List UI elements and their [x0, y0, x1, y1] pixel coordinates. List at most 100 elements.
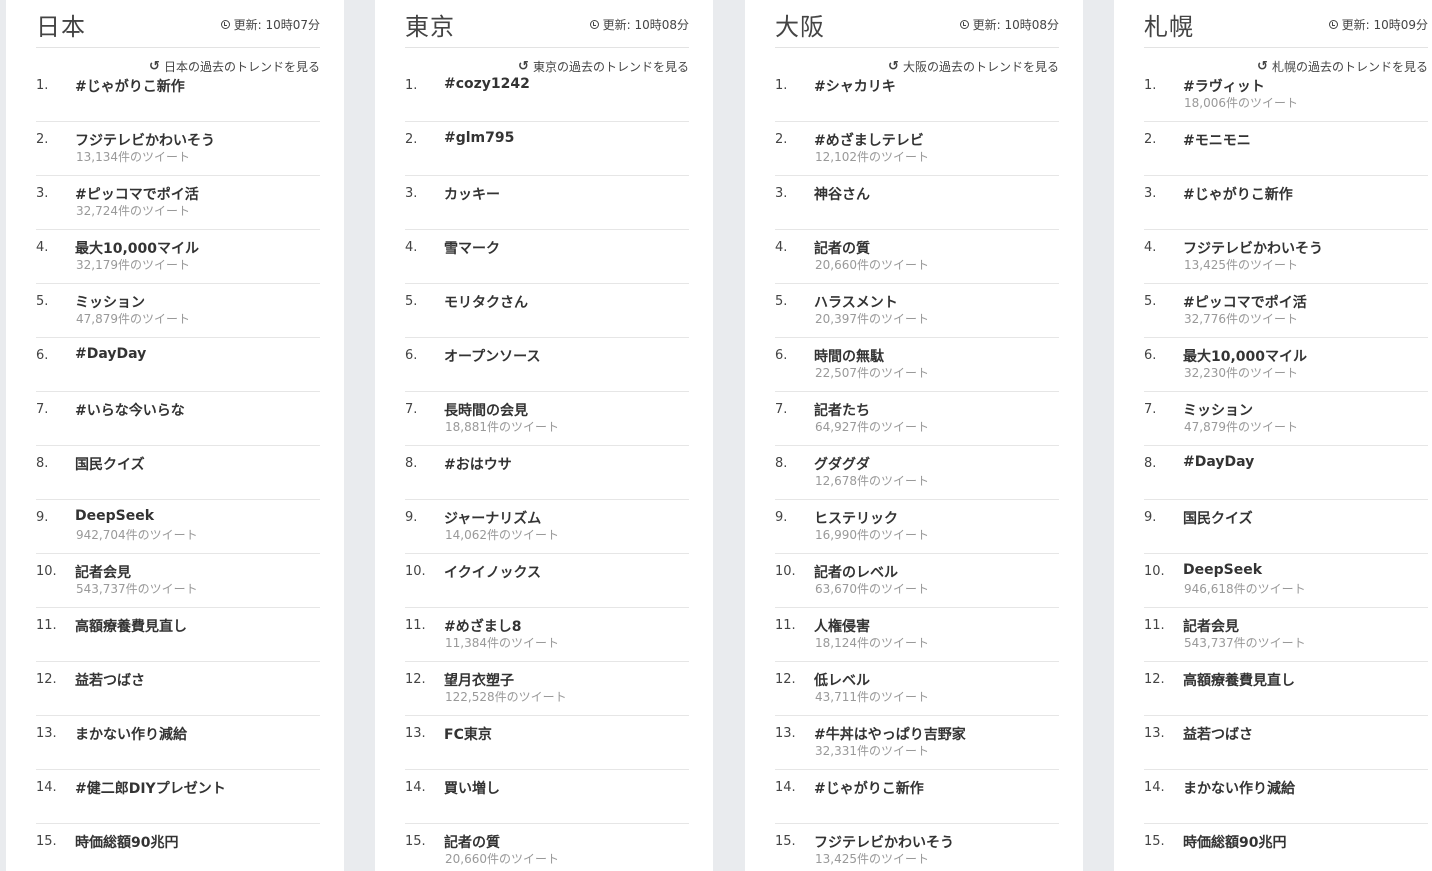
trend-name[interactable]: 時価総額90兆円: [1183, 832, 1286, 852]
trend-row[interactable]: 15. 時価総額90兆円: [36, 824, 320, 871]
trend-row[interactable]: 3. #ピッコマでポイ活 32,724件のツイート: [36, 176, 320, 230]
trend-row[interactable]: 2. #glm795: [405, 122, 689, 176]
trend-name[interactable]: FC東京: [444, 724, 492, 744]
trend-row[interactable]: 15. 記者の質 20,660件のツイート: [405, 824, 689, 871]
trend-name[interactable]: #モニモニ: [1183, 130, 1251, 150]
trend-name[interactable]: 人権侵害: [814, 616, 870, 636]
trend-row[interactable]: 5. ミッション 47,879件のツイート: [36, 284, 320, 338]
trend-row[interactable]: 8. #DayDay: [1144, 446, 1428, 500]
trend-name[interactable]: #DayDay: [75, 346, 146, 362]
trend-name[interactable]: オープンソース: [444, 346, 540, 366]
trend-name[interactable]: 国民クイズ: [1183, 508, 1253, 528]
trend-row[interactable]: 13. まかない作り減給: [36, 716, 320, 770]
trend-name[interactable]: 記者の質: [814, 238, 870, 258]
trend-name[interactable]: #いらな今いらな: [75, 400, 185, 420]
trend-name[interactable]: 長時間の会見: [444, 400, 528, 420]
trend-name[interactable]: 記者会見: [75, 562, 131, 582]
trend-row[interactable]: 7. 長時間の会見 18,881件のツイート: [405, 392, 689, 446]
trend-name[interactable]: 最大10,000マイル: [1183, 346, 1307, 366]
trend-name[interactable]: ミッション: [75, 292, 145, 312]
trend-row[interactable]: 11. 記者会見 543,737件のツイート: [1144, 608, 1428, 662]
trend-row[interactable]: 9. ヒステリック 16,990件のツイート: [775, 500, 1059, 554]
trend-row[interactable]: 6. 時間の無駄 22,507件のツイート: [775, 338, 1059, 392]
trend-row[interactable]: 5. ハラスメント 20,397件のツイート: [775, 284, 1059, 338]
trend-row[interactable]: 3. 神谷さん: [775, 176, 1059, 230]
trend-row[interactable]: 8. #おはウサ: [405, 446, 689, 500]
trend-name[interactable]: 買い増し: [444, 778, 500, 798]
trend-name[interactable]: #cozy1242: [444, 76, 530, 92]
trend-name[interactable]: 記者会見: [1183, 616, 1239, 636]
trend-row[interactable]: 7. 記者たち 64,927件のツイート: [775, 392, 1059, 446]
trend-name[interactable]: DeepSeek: [75, 508, 154, 524]
trend-row[interactable]: 14. 買い増し: [405, 770, 689, 824]
trend-row[interactable]: 10. DeepSeek 946,618件のツイート: [1144, 554, 1428, 608]
trend-row[interactable]: 1. #cozy1242: [405, 68, 689, 122]
trend-name[interactable]: 国民クイズ: [75, 454, 145, 474]
trend-name[interactable]: 望月衣塑子: [444, 670, 514, 690]
trend-row[interactable]: 10. 記者のレベル 63,670件のツイート: [775, 554, 1059, 608]
trend-row[interactable]: 12. 高額療養費見直し: [1144, 662, 1428, 716]
trend-name[interactable]: #ラヴィット: [1183, 76, 1265, 96]
trend-row[interactable]: 15. 時価総額90兆円: [1144, 824, 1428, 871]
trend-row[interactable]: 4. 記者の質 20,660件のツイート: [775, 230, 1059, 284]
trend-row[interactable]: 5. #ピッコマでポイ活 32,776件のツイート: [1144, 284, 1428, 338]
trend-name[interactable]: カッキー: [444, 184, 500, 204]
trend-name[interactable]: #じゃがりこ新作: [814, 778, 924, 798]
trend-name[interactable]: 高額療養費見直し: [75, 616, 187, 636]
trend-row[interactable]: 3. カッキー: [405, 176, 689, 230]
trend-name[interactable]: 雪マーク: [444, 238, 500, 258]
trend-row[interactable]: 3. #じゃがりこ新作: [1144, 176, 1428, 230]
trend-row[interactable]: 9. 国民クイズ: [1144, 500, 1428, 554]
trend-name[interactable]: #じゃがりこ新作: [1183, 184, 1293, 204]
trend-name[interactable]: #シャカリキ: [814, 76, 896, 96]
trend-row[interactable]: 1. #じゃがりこ新作: [36, 68, 320, 122]
trend-name[interactable]: フジテレビかわいそう: [1183, 238, 1323, 258]
trend-name[interactable]: ジャーナリズム: [444, 508, 541, 528]
trend-name[interactable]: 益若つばさ: [75, 670, 145, 690]
trend-row[interactable]: 8. グダグダ 12,678件のツイート: [775, 446, 1059, 500]
trend-name[interactable]: イクイノックス: [444, 562, 541, 582]
trend-name[interactable]: #glm795: [444, 130, 514, 146]
trend-name[interactable]: 記者の質: [444, 832, 500, 852]
trend-name[interactable]: 最大10,000マイル: [75, 238, 199, 258]
trend-row[interactable]: 12. 望月衣塑子 122,528件のツイート: [405, 662, 689, 716]
trend-row[interactable]: 10. 記者会見 543,737件のツイート: [36, 554, 320, 608]
trend-name[interactable]: #ピッコマでポイ活: [75, 184, 199, 204]
trend-row[interactable]: 7. ミッション 47,879件のツイート: [1144, 392, 1428, 446]
trend-name[interactable]: 高額療養費見直し: [1183, 670, 1295, 690]
trend-row[interactable]: 2. #めざましテレビ 12,102件のツイート: [775, 122, 1059, 176]
trend-row[interactable]: 10. イクイノックス: [405, 554, 689, 608]
trend-name[interactable]: グダグダ: [814, 454, 870, 474]
trend-row[interactable]: 6. オープンソース: [405, 338, 689, 392]
trend-name[interactable]: DeepSeek: [1183, 562, 1262, 578]
trend-name[interactable]: ミッション: [1183, 400, 1253, 420]
trend-row[interactable]: 9. DeepSeek 942,704件のツイート: [36, 500, 320, 554]
trend-name[interactable]: まかない作り減給: [1183, 778, 1295, 798]
trend-name[interactable]: 神谷さん: [814, 184, 870, 204]
trend-name[interactable]: #めざまし8: [444, 616, 521, 636]
trend-row[interactable]: 13. 益若つばさ: [1144, 716, 1428, 770]
trend-name[interactable]: 記者のレベル: [814, 562, 898, 582]
trend-row[interactable]: 13. FC東京: [405, 716, 689, 770]
trend-row[interactable]: 6. #DayDay: [36, 338, 320, 392]
trend-row[interactable]: 9. ジャーナリズム 14,062件のツイート: [405, 500, 689, 554]
trend-name[interactable]: ハラスメント: [814, 292, 898, 312]
trend-name[interactable]: 時間の無駄: [814, 346, 884, 366]
trend-name[interactable]: #ピッコマでポイ活: [1183, 292, 1307, 312]
trend-name[interactable]: フジテレビかわいそう: [75, 130, 215, 150]
trend-name[interactable]: 時価総額90兆円: [75, 832, 178, 852]
trend-row[interactable]: 13. #牛丼はやっぱり吉野家 32,331件のツイート: [775, 716, 1059, 770]
trend-row[interactable]: 14. まかない作り減給: [1144, 770, 1428, 824]
trend-row[interactable]: 7. #いらな今いらな: [36, 392, 320, 446]
trend-name[interactable]: 低レベル: [814, 670, 870, 690]
trend-row[interactable]: 2. フジテレビかわいそう 13,134件のツイート: [36, 122, 320, 176]
trend-row[interactable]: 1. #シャカリキ: [775, 68, 1059, 122]
trend-name[interactable]: ヒステリック: [814, 508, 898, 528]
trend-name[interactable]: #健二郎DIYプレゼント: [75, 778, 226, 798]
trend-name[interactable]: まかない作り減給: [75, 724, 187, 744]
trend-row[interactable]: 14. #健二郎DIYプレゼント: [36, 770, 320, 824]
trend-name[interactable]: 記者たち: [814, 400, 870, 420]
trend-row[interactable]: 12. 低レベル 43,711件のツイート: [775, 662, 1059, 716]
trend-row[interactable]: 6. 最大10,000マイル 32,230件のツイート: [1144, 338, 1428, 392]
trend-row[interactable]: 4. 最大10,000マイル 32,179件のツイート: [36, 230, 320, 284]
